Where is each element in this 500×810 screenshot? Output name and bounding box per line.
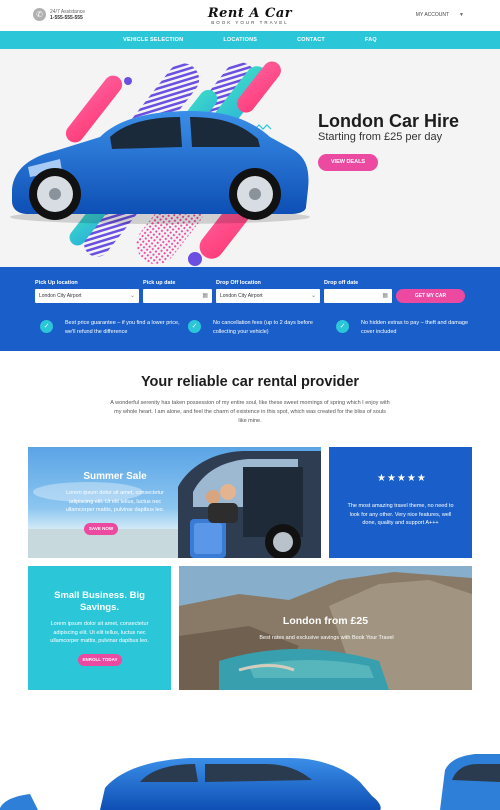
logo[interactable]: Rent A Car BOOK YOUR TRAVEL xyxy=(200,6,300,25)
logo-text: Rent A Car xyxy=(207,6,293,21)
pickup-date-input[interactable]: ▦ xyxy=(143,289,212,303)
chevron-down-icon: ▼ xyxy=(459,12,464,18)
assistance-label: 24/7 Assistance xyxy=(50,8,86,15)
london-title: London from £25 xyxy=(282,615,369,627)
nav-faq[interactable]: FAQ xyxy=(345,37,397,43)
nav-locations[interactable]: LOCATIONS xyxy=(203,37,277,43)
dropoff-location-label: Drop Off location xyxy=(216,280,261,286)
summer-sale-title: Summer Sale xyxy=(83,471,147,482)
section-title: Your reliable car rental provider xyxy=(140,374,360,390)
check-icon: ✓ xyxy=(336,320,349,333)
pickup-date-label: Pick up date xyxy=(143,280,176,286)
hero-subtitle: Starting from £25 per day xyxy=(318,131,443,143)
small-business-card: Small Business. Big Savings. Lorem ipsum… xyxy=(28,566,171,690)
small-business-text: Lorem ipsum dolor sit amet, consectetur … xyxy=(50,621,149,644)
dropoff-date-label: Drop off date xyxy=(324,280,359,286)
assistance-block: ✆ 24/7 Assistance 1-555-555-555 xyxy=(33,8,85,21)
footer-car-illustration xyxy=(0,754,500,810)
calendar-icon: ▦ xyxy=(202,293,208,299)
feature-text: Best price guarantee – if you find a low… xyxy=(65,320,180,335)
section-description: A wonderful serenity has taken possessio… xyxy=(110,400,390,424)
hero-car xyxy=(10,111,310,224)
dropoff-location-value: London City Airport xyxy=(220,293,263,299)
feature-text: No hidden extras to pay – theft and dama… xyxy=(361,320,469,335)
nav-vehicle-selection[interactable]: VEHICLE SELECTION xyxy=(103,37,203,43)
dropoff-location-select[interactable]: London City Airport ⌄ xyxy=(216,289,320,303)
feature-no-hidden-extras: ✓ No hidden extras to pay – theft and da… xyxy=(336,319,476,337)
site-header: ✆ 24/7 Assistance 1-555-555-555 Rent A C… xyxy=(0,0,500,31)
enroll-today-button[interactable]: ENROLL TODAY xyxy=(78,654,122,666)
pickup-location-value: London City Airport xyxy=(39,293,82,299)
hero-title: London Car Hire xyxy=(318,111,460,131)
check-icon: ✓ xyxy=(40,320,53,333)
summer-sale-card: Summer Sale Lorem ipsum dolor sit amet, … xyxy=(28,447,321,558)
hero-banner: London Car Hire Starting from £25 per da… xyxy=(0,49,500,267)
review-card: ★★★★★ The most amazing travel theme, no … xyxy=(329,447,472,558)
feature-no-cancellation: ✓ No cancellation fees (up to 2 days bef… xyxy=(188,319,328,337)
view-deals-button[interactable]: VIEW DEALS xyxy=(318,154,378,171)
check-icon: ✓ xyxy=(188,320,201,333)
feature-text: No cancellation fees (up to 2 days befor… xyxy=(213,320,313,335)
small-business-title: Small Business. Big Savings. xyxy=(54,590,145,613)
logo-tagline: BOOK YOUR TRAVEL xyxy=(211,20,289,25)
get-my-car-button[interactable]: GET MY CAR xyxy=(396,289,465,303)
review-text: The most amazing travel theme, no need t… xyxy=(347,503,454,526)
save-now-button[interactable]: SAVE NOW xyxy=(84,523,118,535)
chevron-down-icon: ⌄ xyxy=(310,293,316,299)
summer-sale-text: Lorem ipsum dolor sit amet, consectetur … xyxy=(65,490,165,513)
dropoff-date-input[interactable]: ▦ xyxy=(324,289,392,303)
calendar-icon: ▦ xyxy=(382,293,388,299)
search-panel: Pick Up location London City Airport ⌄ P… xyxy=(0,267,500,351)
london-card: London from £25 Best rates and exclusive… xyxy=(179,566,472,690)
account-label: MY ACCOUNT xyxy=(415,12,450,18)
pickup-location-label: Pick Up location xyxy=(35,280,78,286)
nav-contact[interactable]: CONTACT xyxy=(277,37,345,43)
pickup-location-select[interactable]: London City Airport ⌄ xyxy=(35,289,139,303)
phone-icon: ✆ xyxy=(33,8,46,21)
london-text: Best rates and exclusive savings with Bo… xyxy=(259,635,394,641)
coastline-image xyxy=(179,566,472,690)
phone-number[interactable]: 1-555-555-555 xyxy=(50,15,85,21)
main-nav: VEHICLE SELECTION LOCATIONS CONTACT FAQ xyxy=(0,31,500,49)
chevron-down-icon: ⌄ xyxy=(129,293,135,299)
feature-price-guarantee: ✓ Best price guarantee – if you find a l… xyxy=(40,319,180,337)
rating-stars: ★★★★★ xyxy=(377,473,427,484)
hero-car-illustration xyxy=(10,61,310,266)
account-menu[interactable]: MY ACCOUNT ▼ xyxy=(416,12,464,18)
